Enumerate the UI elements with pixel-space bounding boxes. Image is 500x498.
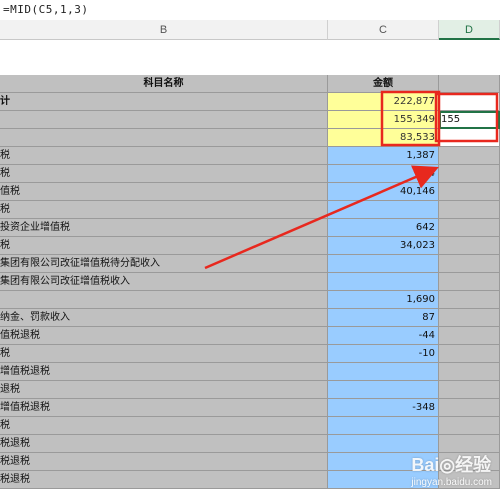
column-d-cell[interactable] [439,129,500,147]
subject-name-cell[interactable]: 税 [0,201,328,219]
subject-name-cell[interactable] [0,111,328,129]
column-d-cell[interactable] [439,399,500,417]
selected-cell-d5[interactable]: 155 [439,111,500,129]
amount-cell[interactable]: 155,349 [328,111,439,129]
amount-cell[interactable]: 34,023 [328,237,439,255]
column-d-cell[interactable] [439,327,500,345]
header-cell-amount[interactable]: 金额 [328,75,439,93]
subject-name-cell[interactable]: 集团有限公司改征增值税收入 [0,273,328,291]
column-d-cell[interactable] [439,237,500,255]
subject-name-cell[interactable]: 计 [0,93,328,111]
table-row: 纳金、罚款收入 87 [0,309,500,327]
amount-cell[interactable] [328,201,439,219]
table-row: 83,533 [0,129,500,147]
table-row: 集团有限公司改征增值税收入 [0,273,500,291]
table-row: 155,349 155 [0,111,500,129]
subject-name-cell[interactable]: 税退税 [0,453,328,471]
table-row: 值税退税 -44 [0,327,500,345]
subject-name-cell[interactable]: 纳金、罚款收入 [0,309,328,327]
column-d-cell[interactable] [439,309,500,327]
subject-name-cell[interactable]: 税 [0,345,328,363]
blank-rows-area[interactable] [0,40,500,75]
amount-cell[interactable] [328,255,439,273]
table-row: 税 54 [0,165,500,183]
amount-cell[interactable] [328,417,439,435]
formula-text[interactable]: =MID(C5,1,3) [3,3,88,16]
table-row: 税 -10 [0,345,500,363]
table-row: 退税 [0,381,500,399]
column-d-cell[interactable] [439,165,500,183]
table-row: 1,690 [0,291,500,309]
column-d-cell[interactable] [439,417,500,435]
column-d-cell[interactable] [439,273,500,291]
amount-cell[interactable]: 222,877 [328,93,439,111]
table-row: 增值税退税 -348 [0,399,500,417]
table-row: 计 222,877 [0,93,500,111]
header-cell-name[interactable]: 科目名称 [0,75,328,93]
table-row: 税 1,387 [0,147,500,165]
column-d-cell[interactable] [439,201,500,219]
subject-name-cell[interactable]: 税 [0,237,328,255]
amount-cell[interactable] [328,381,439,399]
subject-name-cell[interactable]: 值税退税 [0,327,328,345]
subject-name-cell[interactable]: 税 [0,165,328,183]
column-d-cell[interactable] [439,183,500,201]
subject-name-cell[interactable]: 退税 [0,381,328,399]
amount-cell[interactable]: 40,146 [328,183,439,201]
amount-cell[interactable]: 1,690 [328,291,439,309]
amount-cell[interactable]: 642 [328,219,439,237]
table-row: 值税 40,146 [0,183,500,201]
amount-cell[interactable] [328,363,439,381]
table-row: 税 [0,201,500,219]
subject-name-cell[interactable] [0,129,328,147]
subject-name-cell[interactable]: 值税 [0,183,328,201]
baidu-watermark: Bai◎经验 jingyan.baidu.com [411,451,492,488]
table-row: 投资企业增值税 642 [0,219,500,237]
column-d-cell[interactable] [439,93,500,111]
column-d-cell[interactable] [439,219,500,237]
header-row: 科目名称 金额 [0,75,500,93]
subject-name-cell[interactable]: 投资企业增值税 [0,219,328,237]
table-row: 税 34,023 [0,237,500,255]
subject-name-cell[interactable]: 增值税退税 [0,363,328,381]
column-d-cell[interactable] [439,381,500,399]
column-d-cell[interactable] [439,147,500,165]
amount-cell[interactable]: 1,387 [328,147,439,165]
subject-name-cell[interactable]: 税 [0,417,328,435]
column-d-cell[interactable] [439,345,500,363]
column-header-d[interactable]: D [439,20,500,40]
table-row: 集团有限公司改征增值税待分配收入 [0,255,500,273]
table-row: 税 [0,417,500,435]
amount-cell[interactable]: -44 [328,327,439,345]
amount-cell[interactable]: -10 [328,345,439,363]
amount-cell[interactable]: 83,533 [328,129,439,147]
formula-bar[interactable]: =MID(C5,1,3) [0,0,500,21]
table-row: 增值税退税 [0,363,500,381]
column-header-b[interactable]: B [0,20,328,40]
subject-name-cell[interactable]: 集团有限公司改征增值税待分配收入 [0,255,328,273]
amount-cell[interactable]: 54 [328,165,439,183]
subject-name-cell[interactable]: 税退税 [0,435,328,453]
subject-name-cell[interactable]: 税退税 [0,471,328,489]
subject-name-cell[interactable]: 税 [0,147,328,165]
amount-cell[interactable] [328,273,439,291]
header-cell-d[interactable] [439,75,500,93]
subject-name-cell[interactable]: 增值税退税 [0,399,328,417]
column-d-cell[interactable] [439,291,500,309]
watermark-brand: Bai◎经验 [411,455,492,475]
column-header-c[interactable]: C [328,20,439,40]
amount-cell[interactable]: -348 [328,399,439,417]
column-d-cell[interactable] [439,363,500,381]
column-d-cell[interactable] [439,255,500,273]
amount-cell[interactable]: 87 [328,309,439,327]
subject-name-cell[interactable] [0,291,328,309]
watermark-sub: jingyan.baidu.com [411,477,492,488]
